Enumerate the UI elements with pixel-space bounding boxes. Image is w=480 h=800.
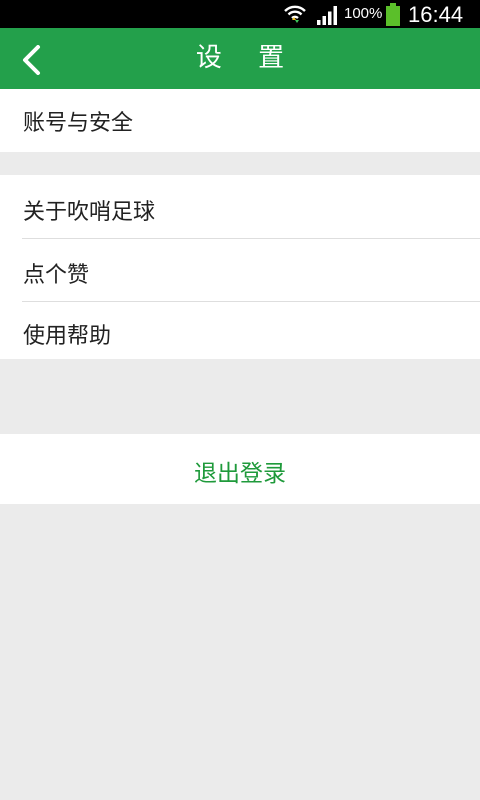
- list-item-label: 点个赞: [23, 263, 90, 288]
- list-item-label: 账号与安全: [23, 111, 134, 136]
- status-bar: 100% 16:44: [0, 0, 480, 28]
- list-item-like[interactable]: 点个赞: [0, 239, 480, 301]
- info-section: 关于吹哨足球 点个赞 使用帮助: [0, 175, 480, 359]
- wifi-icon: [283, 3, 307, 25]
- logout-section: 退出登录: [0, 434, 480, 504]
- chevron-left-icon: [23, 45, 40, 75]
- account-section: 账号与安全: [0, 89, 480, 152]
- list-item-label: 使用帮助: [23, 324, 112, 349]
- signal-icon: [316, 5, 340, 25]
- app-bar: 设 置: [0, 28, 480, 89]
- list-item-label: 关于吹哨足球: [23, 200, 156, 225]
- status-clock: 16:44: [408, 2, 464, 27]
- battery-percent: 100%: [344, 5, 383, 22]
- list-item-about[interactable]: 关于吹哨足球: [0, 175, 480, 238]
- battery-icon: [385, 3, 401, 26]
- page-title: 设 置: [195, 43, 299, 73]
- list-item-account-security[interactable]: 账号与安全: [0, 89, 480, 152]
- logout-label: 退出登录: [194, 461, 286, 487]
- logout-button[interactable]: 退出登录: [0, 434, 480, 504]
- back-button[interactable]: [8, 36, 56, 82]
- list-item-help[interactable]: 使用帮助: [0, 302, 480, 359]
